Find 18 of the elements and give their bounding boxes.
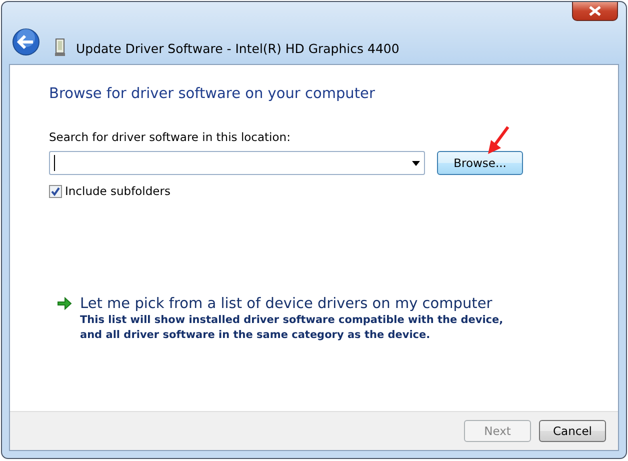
pointer-arrow-icon [486, 126, 510, 156]
pick-driver-link[interactable]: Let me pick from a list of device drivers on my computer [80, 296, 492, 312]
browse-button[interactable]: Browse... [437, 151, 523, 175]
location-label: Search for driver software in this location: [49, 130, 292, 144]
close-icon [588, 6, 602, 16]
device-icon [55, 38, 65, 56]
arrow-icon [57, 297, 72, 310]
location-field[interactable] [49, 151, 425, 175]
cancel-button[interactable]: Cancel [539, 420, 606, 442]
text-cursor [54, 155, 55, 171]
window-title: Update Driver Software - Intel(R) HD Graphics 4400 [76, 41, 400, 56]
checkbox[interactable] [49, 184, 62, 198]
checkbox-label: Include subfolders [65, 184, 170, 198]
dropdown-icon[interactable] [412, 160, 420, 166]
page-heading: Browse for driver software on your computer [49, 86, 376, 102]
close-button[interactable] [572, 2, 618, 21]
back-button[interactable] [12, 28, 40, 56]
option-description: This list will show installed driver software compatible with the device, and all driver software in the same category as the device. [80, 313, 504, 343]
